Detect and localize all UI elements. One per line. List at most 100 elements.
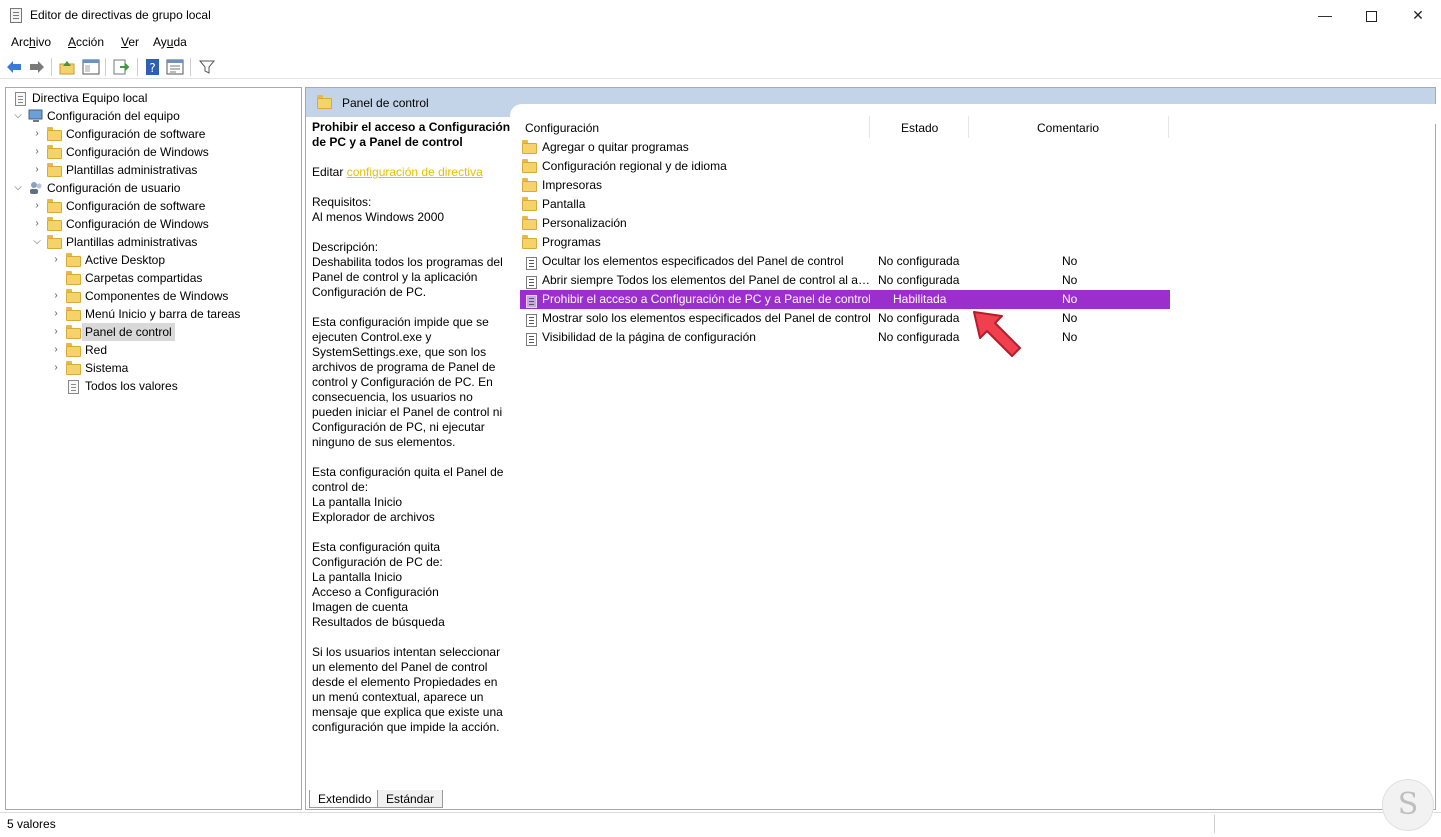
folder-icon — [47, 235, 63, 249]
filter-button[interactable] — [198, 58, 216, 76]
folder-icon — [66, 307, 82, 321]
list-item-folder[interactable]: Personalización — [520, 214, 1170, 233]
setting-state: No configurada — [878, 273, 960, 287]
list-item-setting-selected[interactable]: Prohibir el acceso a Configuración de PC… — [520, 290, 1170, 309]
chevron-down-icon[interactable]: ⌵ — [12, 179, 24, 197]
chevron-right-icon[interactable]: › — [31, 125, 43, 143]
list-item-folder[interactable]: Pantalla — [520, 195, 1170, 214]
chevron-right-icon[interactable]: › — [31, 143, 43, 161]
setting-name: Mostrar solo los elementos especificados… — [542, 311, 871, 325]
chevron-down-icon[interactable]: ⌵ — [12, 107, 24, 125]
tree-item-label: Panel de control — [82, 323, 175, 341]
list-item-setting[interactable]: Ocultar los elementos especificados del … — [520, 252, 1170, 271]
description-paragraph: Esta configuración quita Configuración d… — [312, 540, 445, 629]
tree-item-label: Configuración del equipo — [47, 109, 180, 123]
list-item-setting[interactable]: Visibilidad de la página de configuració… — [520, 328, 1170, 347]
menu-archivo-access-key: h — [29, 35, 36, 49]
tree-item-label: Configuración de usuario — [47, 181, 181, 195]
close-button[interactable]: ✕ — [1395, 0, 1441, 31]
toolbar-separator — [137, 58, 138, 76]
requirements-text: Requisitos: Al menos Windows 2000 — [312, 195, 445, 224]
app-icon — [10, 8, 22, 23]
toolbar: ? — [0, 55, 1441, 79]
column-divider[interactable] — [869, 116, 870, 138]
menu-bar: Archivo Acción Ver Ayuda — [0, 31, 1441, 53]
tree-item-label: Menú Inicio y barra de tareas — [85, 307, 241, 321]
menu-ayuda-label-a: Ay — [153, 35, 167, 49]
chevron-right-icon[interactable]: › — [50, 305, 62, 323]
tree-item-label: Plantillas administrativas — [66, 163, 198, 177]
description-paragraph: Esta configuración quita el Panel de con… — [312, 465, 504, 524]
column-header-state[interactable]: Estado — [901, 121, 938, 135]
chevron-right-icon[interactable]: › — [31, 215, 43, 233]
chevron-down-icon[interactable]: ⌵ — [31, 233, 43, 251]
description-panel: Prohibir el acceso a Configuración de PC… — [312, 120, 512, 735]
menu-ayuda[interactable]: Ayuda — [153, 35, 187, 49]
details-pane: Panel de control Prohibir el acceso a Co… — [305, 87, 1441, 810]
column-header-setting[interactable]: Configuración — [525, 121, 599, 135]
list-item-folder[interactable]: Programas — [520, 233, 1170, 252]
back-icon — [7, 61, 21, 73]
list-item-folder[interactable]: Agregar o quitar programas — [520, 138, 1170, 157]
menu-accion[interactable]: Acción — [68, 35, 104, 49]
folder-icon — [66, 289, 82, 303]
list-item-setting[interactable]: Abrir siempre Todos los elementos del Pa… — [520, 271, 1170, 290]
list-header: Configuración Estado Comentario — [516, 116, 1435, 140]
menu-archivo-label-a: Arc — [11, 35, 29, 49]
forward-button[interactable] — [28, 58, 46, 76]
tree-item-label: Configuración de software — [66, 199, 206, 213]
export-list-icon — [113, 59, 130, 75]
chevron-right-icon[interactable]: › — [31, 161, 43, 179]
toolbar-separator — [105, 58, 106, 76]
setting-icon — [522, 254, 538, 270]
users-icon — [28, 181, 44, 195]
settings-list[interactable]: Configuración Estado Comentario Agregar … — [516, 116, 1435, 786]
setting-icon — [522, 292, 538, 308]
column-header-comment[interactable]: Comentario — [1037, 121, 1099, 135]
chevron-right-icon[interactable]: › — [50, 341, 62, 359]
tree-item-label: Directiva Equipo local — [32, 91, 148, 105]
properties-button[interactable] — [166, 58, 184, 76]
list-item-folder[interactable]: Impresoras — [520, 176, 1170, 195]
list-item-setting[interactable]: Mostrar solo los elementos especificados… — [520, 309, 1170, 328]
title-bar: Editor de directivas de grupo local — ✕ — [0, 0, 1441, 31]
column-divider[interactable] — [1168, 116, 1169, 138]
folder-icon — [47, 163, 63, 177]
setting-comment: No — [1062, 330, 1078, 344]
toolbar-separator — [190, 58, 191, 76]
tree-item-label: Carpetas compartidas — [85, 271, 203, 285]
folder-icon — [522, 178, 538, 193]
folder-icon — [47, 217, 63, 231]
tab-standard[interactable]: Estándar — [377, 790, 444, 808]
chevron-right-icon[interactable]: › — [50, 287, 62, 305]
folder-name: Pantalla — [542, 197, 586, 211]
menu-ver[interactable]: Ver — [121, 35, 139, 49]
chevron-right-icon[interactable]: › — [50, 359, 62, 377]
back-button[interactable] — [5, 58, 23, 76]
folder-icon — [66, 325, 82, 339]
column-divider[interactable] — [968, 116, 969, 138]
folder-icon — [522, 197, 538, 212]
edit-policy-link[interactable]: configuración de directiva — [347, 165, 483, 179]
minimize-button[interactable]: — — [1302, 0, 1348, 31]
status-count: 5 valores — [7, 817, 56, 831]
show-hide-tree-button[interactable] — [82, 58, 100, 76]
setting-name: Prohibir el acceso a Configuración de PC… — [542, 292, 871, 306]
menu-accion-label: cción — [76, 35, 105, 49]
export-list-button[interactable] — [112, 58, 130, 76]
list-item-folder[interactable]: Configuración regional y de idioma — [520, 157, 1170, 176]
show-hide-tree-icon — [82, 59, 100, 75]
up-folder-button[interactable] — [58, 58, 76, 76]
chevron-right-icon[interactable]: › — [50, 323, 62, 341]
help-button[interactable]: ? — [144, 58, 162, 76]
folder-icon — [522, 235, 538, 250]
folder-icon — [47, 127, 63, 141]
chevron-right-icon[interactable]: › — [31, 197, 43, 215]
up-folder-icon — [59, 61, 75, 75]
maximize-button[interactable] — [1348, 0, 1394, 31]
chevron-right-icon[interactable]: › — [50, 251, 62, 269]
tree-pane[interactable]: Directiva Equipo local ⌵ Configuración d… — [5, 87, 302, 810]
setting-comment: No — [1062, 311, 1078, 325]
menu-archivo[interactable]: Archivo — [11, 35, 51, 49]
tab-extended[interactable]: Extendido — [309, 790, 381, 808]
